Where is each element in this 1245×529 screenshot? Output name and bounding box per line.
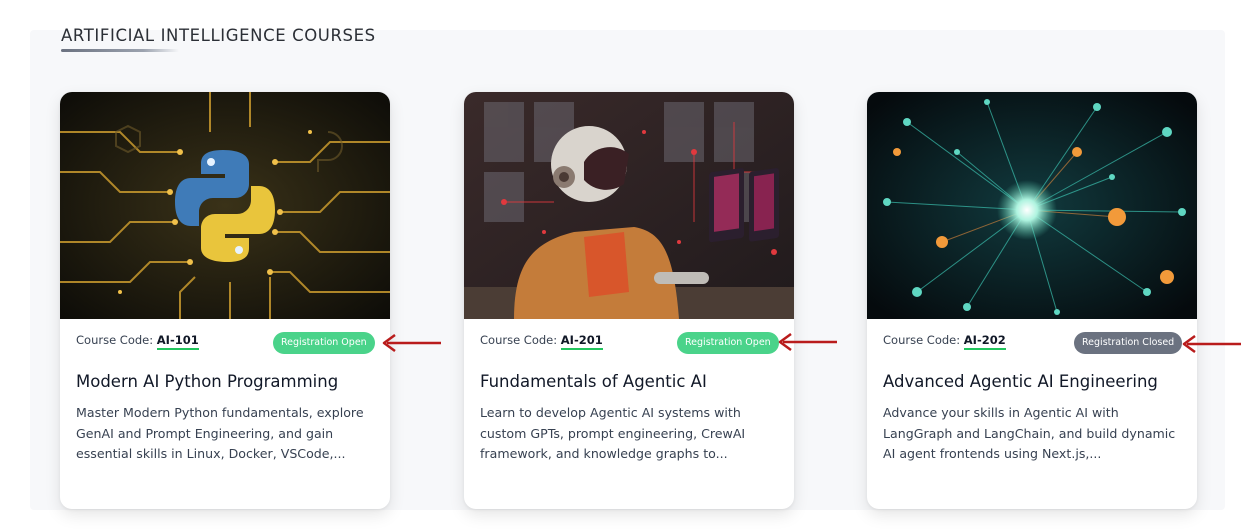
course-title[interactable]: Advanced Agentic AI Engineering — [883, 372, 1158, 391]
python-logo-circuit-image — [60, 92, 390, 319]
course-description: Master Modern Python fundamentals, explo… — [76, 405, 364, 461]
course-code-label: Course Code: — [883, 333, 961, 347]
course-code-value: AI-201 — [560, 333, 603, 350]
course-title[interactable]: Fundamentals of Agentic AI — [480, 372, 707, 391]
course-card-ai-101[interactable]: Course Code: AI-101 Registration Open Mo… — [60, 92, 390, 509]
robot-at-computer-image — [464, 92, 794, 319]
registration-status-badge: Registration Open — [273, 332, 375, 354]
red-arrow-left-icon — [778, 333, 837, 351]
course-code: Course Code: AI-201 — [480, 333, 603, 350]
course-code-label: Course Code: — [480, 333, 558, 347]
course-code: Course Code: AI-202 — [883, 333, 1006, 350]
course-description: Advance your skills in Agentic AI with L… — [883, 405, 1176, 461]
course-code-value: AI-101 — [156, 333, 199, 350]
course-card-ai-202[interactable]: Course Code: AI-202 Registration Closed … — [867, 92, 1197, 509]
course-card-ai-201[interactable]: Course Code: AI-201 Registration Open Fu… — [464, 92, 794, 509]
red-arrow-left-icon — [1182, 335, 1241, 353]
neural-network-image — [867, 92, 1197, 319]
course-code-label: Course Code: — [76, 333, 154, 347]
course-code: Course Code: AI-101 — [76, 333, 199, 350]
course-description: Learn to develop Agentic AI systems with… — [480, 405, 746, 461]
section-title-underline — [61, 49, 179, 52]
registration-status-badge: Registration Open — [677, 332, 779, 354]
section-title: ARTIFICIAL INTELLIGENCE COURSES — [61, 26, 376, 45]
red-arrow-left-icon — [382, 334, 441, 352]
course-title[interactable]: Modern AI Python Programming — [76, 372, 338, 391]
registration-status-badge: Registration Closed — [1074, 332, 1183, 354]
course-code-value: AI-202 — [963, 333, 1006, 350]
